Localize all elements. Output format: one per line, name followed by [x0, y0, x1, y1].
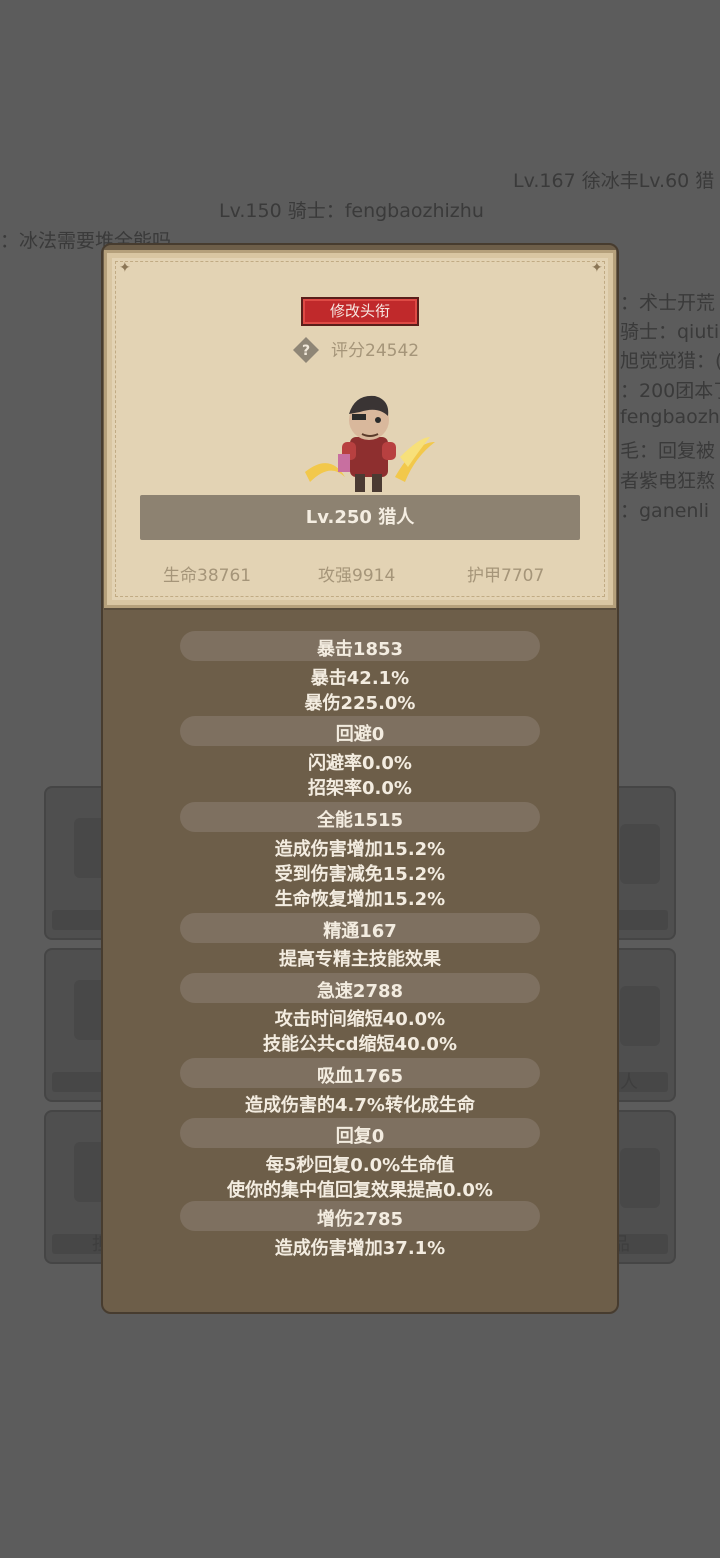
chat-line: 毛：回复被	[620, 440, 716, 462]
score-text: 评分24542	[331, 341, 420, 361]
attribute-title: 增伤2785	[316, 1209, 404, 1230]
corner-ornament: ✦	[591, 260, 603, 276]
attribute-detail: 使你的集中值回复效果提高0.0%	[227, 1180, 493, 1201]
attribute-detail: 技能公共cd缩短40.0%	[262, 1034, 457, 1055]
chat-line: 骑士：qiuti	[620, 321, 720, 343]
attribute-detail: 每5秒回复0.0%生命值	[265, 1155, 455, 1176]
attribute-detail: 攻击时间缩短40.0%	[274, 1009, 446, 1030]
attribute-detail: 招架率0.0%	[308, 778, 412, 799]
attribute-title: 全能1515	[316, 810, 404, 831]
attribute-title: 回复0	[335, 1126, 385, 1147]
chat-line: ：200团本了	[620, 380, 720, 402]
change-title-button[interactable]: 修改头衔	[301, 297, 419, 326]
chat-line: Lv.167 徐冰丰Lv.60 猎	[513, 170, 715, 192]
armor-stat: 护甲7707	[467, 566, 545, 586]
hp-stat: 生命38761	[163, 566, 252, 586]
chat-line: Lv.150 骑士：fengbaozhizhu	[219, 200, 484, 222]
attribute-detail: 暴伤225.0%	[304, 693, 416, 714]
attribute-detail: 闪避率0.0%	[308, 753, 412, 774]
attribute-detail: 造成伤害增加15.2%	[274, 839, 446, 860]
attribute-detail: 受到伤害减免15.2%	[274, 864, 446, 885]
attribute-title: 回避0	[335, 724, 385, 745]
attribute-title: 急速2788	[316, 981, 404, 1002]
attack-stat: 攻强9914	[318, 566, 396, 586]
attribute-detail: 提高专精主技能效果	[279, 949, 441, 970]
corner-ornament: ✦	[119, 260, 131, 276]
attribute-detail: 生命恢复增加15.2%	[274, 889, 446, 910]
svg-text:?: ?	[302, 343, 310, 359]
attribute-detail: 造成伤害的4.7%转化成生命	[245, 1095, 475, 1116]
attribute-title: 暴击1853	[316, 639, 404, 660]
attribute-detail: 暴击42.1%	[310, 668, 410, 689]
chat-line: 者紫电狂熬	[620, 470, 716, 492]
attribute-title: 吸血1765	[316, 1066, 404, 1087]
chat-line: ：术士开荒	[620, 292, 716, 314]
chat-line: ：ganenli	[620, 500, 710, 522]
character-name: Lv.250 猎人	[305, 507, 415, 528]
attribute-detail: 造成伤害增加37.1%	[274, 1238, 446, 1259]
hunter-character-sprite	[305, 395, 435, 492]
chat-line: 旭觉觉猎：(	[620, 350, 720, 372]
attribute-title: 精通167	[323, 921, 397, 942]
question-icon[interactable]: ?	[292, 336, 320, 364]
chat-line: fengbaozh	[620, 406, 720, 428]
